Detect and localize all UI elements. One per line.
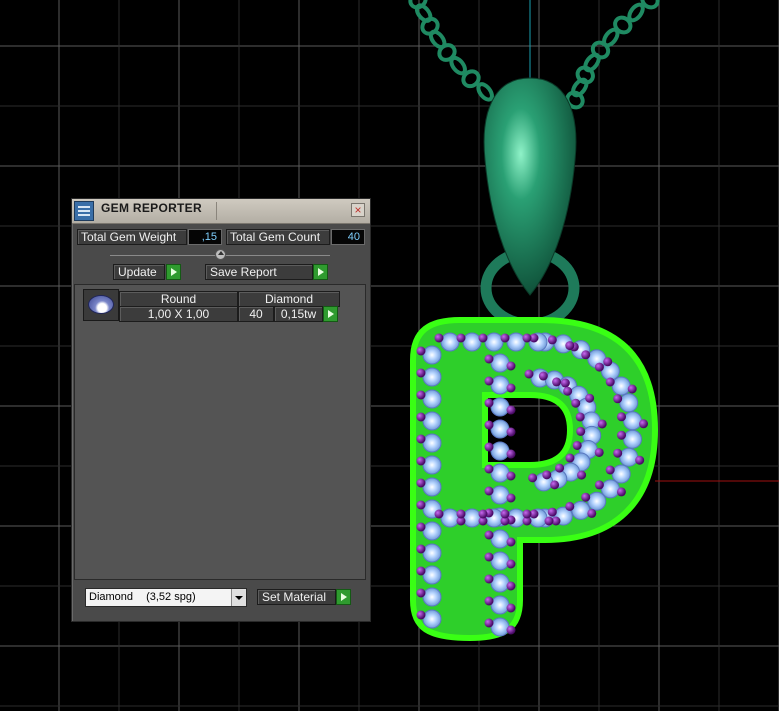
update-button[interactable]: Update: [113, 264, 165, 280]
round-gem-icon: [83, 289, 119, 321]
total-count-value: 40: [331, 229, 365, 245]
update-play-icon[interactable]: [166, 264, 181, 280]
total-weight-value: ,15: [188, 229, 222, 245]
save-report-button[interactable]: Save Report: [205, 264, 313, 280]
gem-reporter-panel: GEM REPORTER × Total Gem Weight ,15 Tota…: [71, 198, 371, 622]
gem-shape: Round: [119, 291, 238, 307]
gem-count: 40: [238, 306, 274, 322]
material-select-name: Diamond: [89, 591, 134, 603]
gem-size: 1,00 X 1,00: [119, 306, 238, 322]
title-bar[interactable]: GEM REPORTER ×: [72, 199, 370, 224]
close-icon[interactable]: ×: [351, 203, 365, 217]
material-select-density: (3,52 spg): [146, 591, 196, 603]
gem-list: Round Diamond 1,00 X 1,00 40 0,15tw: [74, 284, 366, 580]
chevron-down-icon[interactable]: [231, 589, 246, 606]
gem-reporter-icon: [74, 201, 94, 221]
set-material-button[interactable]: Set Material: [257, 589, 336, 605]
title-divider: [216, 202, 217, 220]
material-select[interactable]: Diamond (3,52 spg): [85, 588, 247, 607]
gem-row-play-icon[interactable]: [323, 306, 338, 322]
total-weight-label: Total Gem Weight: [77, 229, 187, 245]
save-report-play-icon[interactable]: [313, 264, 328, 280]
total-count-label: Total Gem Count: [226, 229, 330, 245]
gem-material: Diamond: [238, 291, 340, 307]
gem-weight: 0,15tw: [274, 306, 323, 322]
set-material-play-icon[interactable]: [336, 589, 351, 605]
window-title: GEM REPORTER: [101, 201, 202, 215]
splitter-handle-icon[interactable]: [215, 249, 226, 260]
